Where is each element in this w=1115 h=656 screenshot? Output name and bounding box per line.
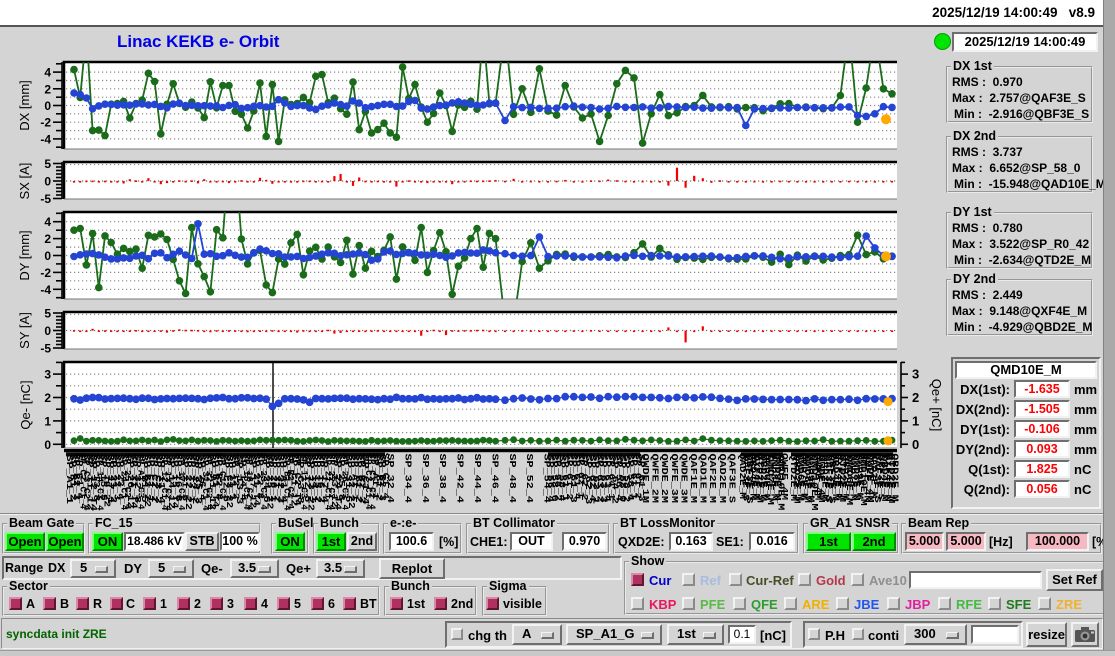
svg-text:5: 5 xyxy=(44,157,51,171)
svg-text:1: 1 xyxy=(912,413,919,428)
svg-text:SP_42_4: SP_42_4 xyxy=(455,454,465,504)
svg-text:2: 2 xyxy=(44,82,51,96)
svg-text:QAD2E_M: QAD2E_M xyxy=(717,454,727,503)
svg-text:SP_34_4: SP_34_4 xyxy=(402,454,412,504)
svg-text:0: 0 xyxy=(44,324,51,338)
svg-text:SY [A]: SY [A] xyxy=(17,312,32,349)
svg-text:Qe+ [nC]: Qe+ [nC] xyxy=(929,379,944,431)
svg-text:-2: -2 xyxy=(40,266,51,280)
svg-text:SP_38_4: SP_38_4 xyxy=(437,454,447,504)
svg-text:DY [mm]: DY [mm] xyxy=(17,230,32,280)
svg-text:5: 5 xyxy=(44,307,51,321)
svg-text:QWFE_4M: QWFE_4M xyxy=(779,453,789,500)
svg-text:SP_46_4: SP_46_4 xyxy=(489,454,499,504)
svg-text:SP_32_4: SP_32_4 xyxy=(385,454,395,504)
svg-text:QBD2E_M: QBD2E_M xyxy=(890,453,900,501)
svg-text:-5: -5 xyxy=(40,342,51,356)
svg-text:SP_52_4: SP_52_4 xyxy=(524,454,534,504)
svg-text:4: 4 xyxy=(44,66,51,80)
svg-text:0: 0 xyxy=(44,438,51,452)
svg-text:QAF3E_S: QAF3E_S xyxy=(726,454,736,503)
svg-text:SP_44_4: SP_44_4 xyxy=(472,454,482,504)
svg-text:-2: -2 xyxy=(40,116,51,130)
svg-text:QAF2E_M: QAF2E_M xyxy=(707,454,717,503)
svg-text:QWDE_1M: QWDE_1M xyxy=(640,454,650,503)
svg-text:1: 1 xyxy=(44,414,51,428)
svg-text:QWFE_3M: QWFE_3M xyxy=(669,454,679,503)
svg-text:2: 2 xyxy=(44,232,51,246)
svg-text:2: 2 xyxy=(44,391,51,405)
svg-text:0: 0 xyxy=(44,249,51,263)
svg-text:DX [mm]: DX [mm] xyxy=(17,80,32,131)
svg-text:-4: -4 xyxy=(40,283,51,297)
svg-text:QAD1E_M: QAD1E_M xyxy=(698,454,708,503)
svg-text:0: 0 xyxy=(44,99,51,113)
svg-text:QWDE_2M: QWDE_2M xyxy=(659,454,669,503)
svg-text:QWFE_2M: QWFE_2M xyxy=(650,454,660,503)
svg-text:2: 2 xyxy=(912,390,919,405)
svg-text:SP_36_4: SP_36_4 xyxy=(420,454,430,504)
svg-text:3: 3 xyxy=(44,368,51,382)
svg-text:-4: -4 xyxy=(40,132,51,146)
svg-text:SP_48_4: SP_48_4 xyxy=(507,454,517,504)
svg-text:QAF1E_M: QAF1E_M xyxy=(688,454,698,503)
svg-text:SX [A]: SX [A] xyxy=(17,163,32,200)
svg-text:Qe- [nC]: Qe- [nC] xyxy=(18,380,33,429)
svg-text:-5: -5 xyxy=(40,192,51,206)
svg-text:0: 0 xyxy=(912,437,919,452)
svg-text:4: 4 xyxy=(44,215,51,229)
svg-text:3: 3 xyxy=(912,367,919,382)
svg-text:0: 0 xyxy=(44,175,51,189)
svg-text:QWDE_3M: QWDE_3M xyxy=(678,454,688,503)
